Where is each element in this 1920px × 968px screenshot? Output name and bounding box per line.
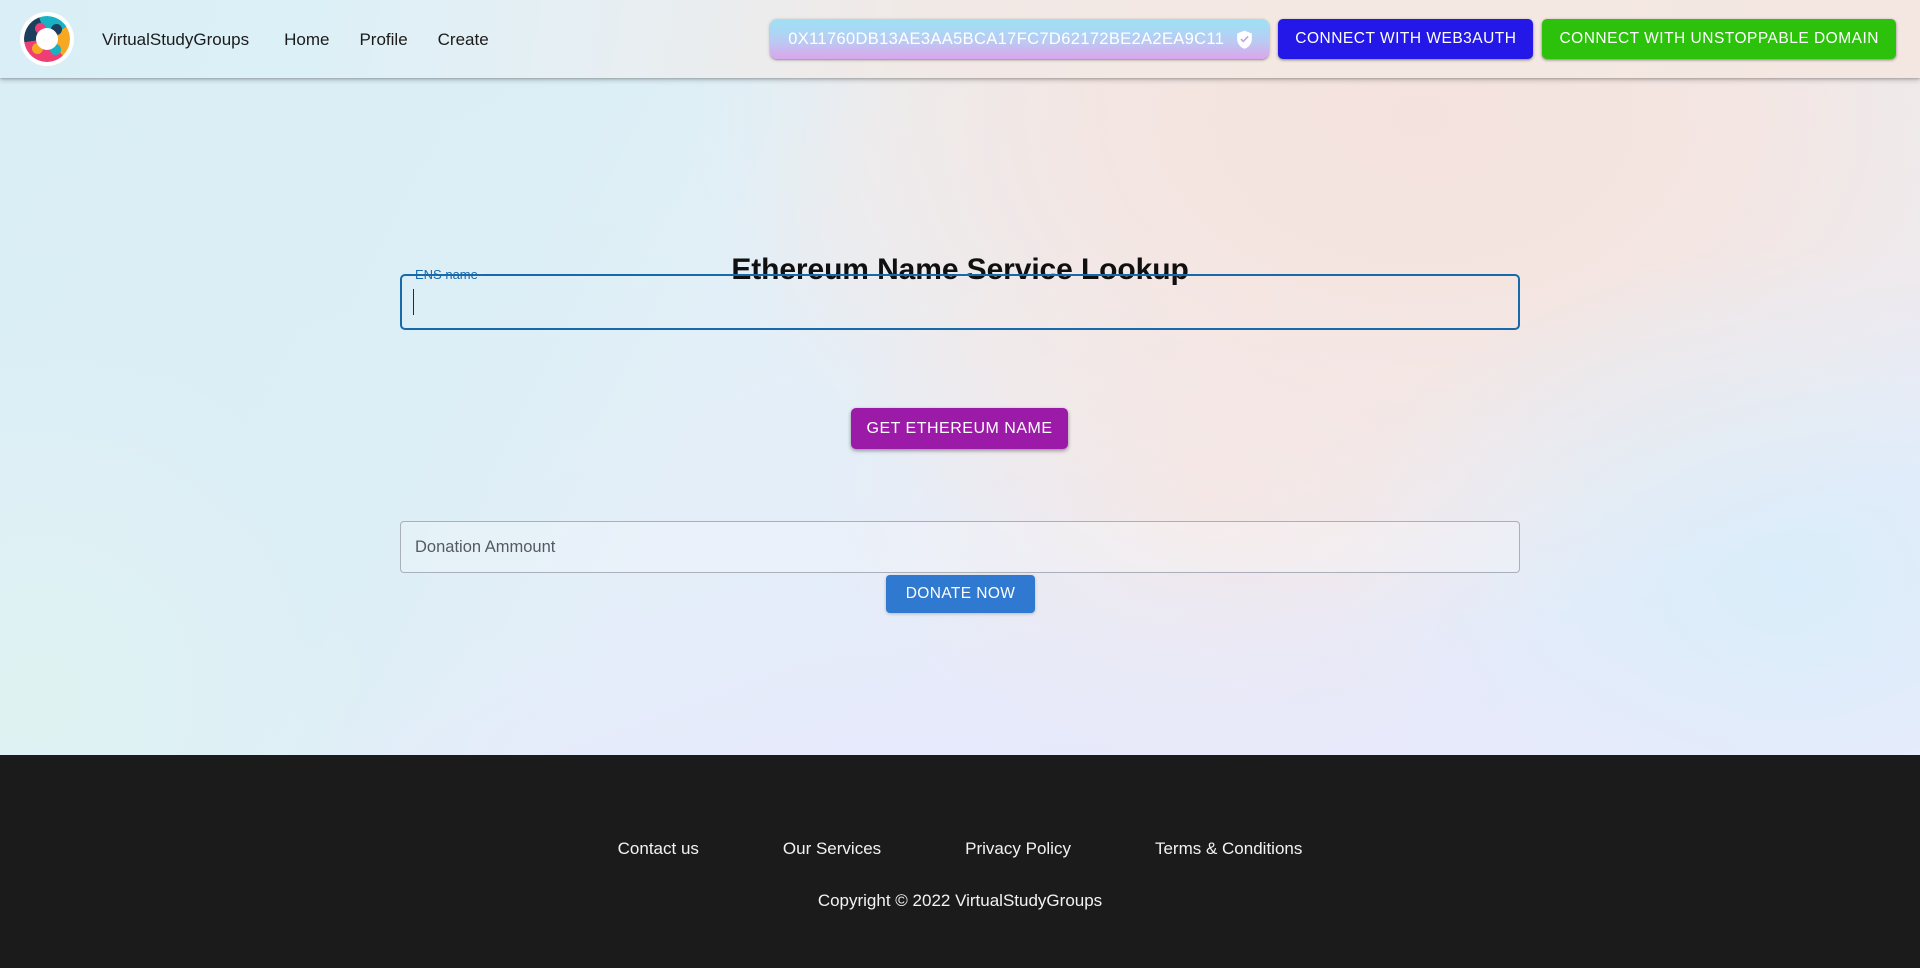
connect-web3auth-button[interactable]: CONNECT WITH WEB3AUTH xyxy=(1278,19,1534,59)
connect-unstoppable-domain-button[interactable]: CONNECT WITH UNSTOPPABLE DOMAIN xyxy=(1542,19,1896,59)
footer-links: Contact us Our Services Privacy Policy T… xyxy=(576,839,1345,859)
donate-now-button[interactable]: DONATE NOW xyxy=(886,575,1035,613)
page-root: VirtualStudyGroups Home Profile Create 0… xyxy=(0,0,1920,968)
verified-shield-icon xyxy=(1237,30,1253,49)
footer-link-contact-us[interactable]: Contact us xyxy=(576,839,741,859)
footer-link-terms-conditions[interactable]: Terms & Conditions xyxy=(1113,839,1344,859)
logo-center xyxy=(36,28,58,50)
footer-copyright: Copyright © 2022 VirtualStudyGroups xyxy=(817,891,1103,910)
nav-item-brand[interactable]: VirtualStudyGroups xyxy=(94,23,269,56)
top-navbar: VirtualStudyGroups Home Profile Create 0… xyxy=(0,0,1920,78)
primary-nav: VirtualStudyGroups Home Profile Create xyxy=(94,23,504,56)
virtualstudygroups-logo-icon[interactable] xyxy=(22,14,72,64)
wallet-address-button[interactable]: 0X11760DB13AE3AA5BCA17FC7D62172BE2A2EA9C… xyxy=(770,19,1270,59)
site-footer: Contact us Our Services Privacy Policy T… xyxy=(0,755,1920,968)
ens-name-field[interactable]: ENS name xyxy=(400,267,1520,330)
nav-item-create[interactable]: Create xyxy=(423,23,504,56)
donation-amount-field[interactable] xyxy=(400,521,1520,573)
nav-item-home[interactable]: Home xyxy=(269,23,344,56)
wallet-address-text: 0X11760DB13AE3AA5BCA17FC7D62172BE2A2EA9C… xyxy=(788,29,1225,48)
donation-amount-input[interactable] xyxy=(400,521,1520,573)
get-ethereum-name-button[interactable]: GET ETHEREUM NAME xyxy=(851,408,1068,449)
main-content: Ethereum Name Service Lookup ENS name GE… xyxy=(0,78,1920,755)
nav-item-profile[interactable]: Profile xyxy=(344,23,422,56)
footer-link-our-services[interactable]: Our Services xyxy=(741,839,923,859)
navbar-actions: 0X11760DB13AE3AA5BCA17FC7D62172BE2A2EA9C… xyxy=(770,19,1908,59)
ens-name-input[interactable] xyxy=(400,274,1520,330)
footer-link-privacy-policy[interactable]: Privacy Policy xyxy=(923,839,1113,859)
